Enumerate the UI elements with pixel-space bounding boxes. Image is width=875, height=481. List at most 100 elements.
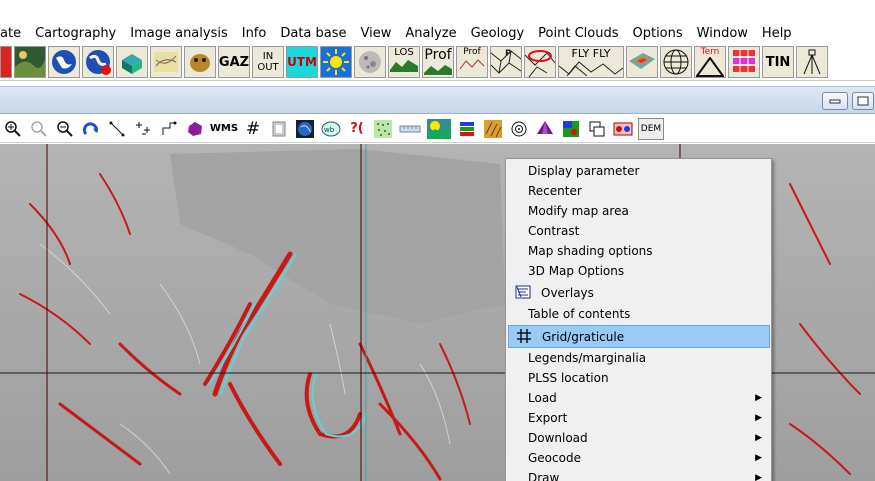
ctx-item-load[interactable]: Load ▶ [508, 388, 770, 408]
wms-button[interactable]: WMS [210, 118, 238, 140]
fly-labels: FLY FLY [572, 47, 611, 60]
dem-button[interactable]: DEM [638, 117, 664, 140]
ctx-label-load: Load [528, 391, 557, 405]
ctx-label-3d-map-options: 3D Map Options [528, 264, 625, 278]
menu-info[interactable]: Info [235, 24, 274, 44]
ctx-item-download[interactable]: Download ▶ [508, 428, 770, 448]
tin-button[interactable]: TIN [762, 46, 794, 78]
ctx-item-geocode[interactable]: Geocode ▶ [508, 448, 770, 468]
utm-button[interactable]: UTM [286, 46, 318, 78]
menu-help[interactable]: Help [755, 24, 799, 44]
earth-button[interactable] [294, 118, 316, 140]
3d-block-button[interactable] [116, 46, 148, 78]
texture-button[interactable] [482, 118, 504, 140]
menu-point-clouds[interactable]: Point Clouds [531, 24, 625, 44]
geology-button[interactable] [524, 46, 556, 78]
query-button[interactable]: ?( [346, 118, 368, 140]
sunshade-button[interactable] [426, 118, 452, 140]
grid-toggle-button[interactable]: # [242, 118, 264, 140]
zoom-out-button[interactable] [54, 118, 76, 140]
zoom-disabled-button[interactable] [28, 118, 50, 140]
ctx-label-display-parameter: Display parameter [528, 164, 640, 178]
globe-button[interactable] [48, 46, 80, 78]
sun-button[interactable] [320, 46, 352, 78]
moon-button[interactable] [354, 46, 386, 78]
menu-options[interactable]: Options [625, 24, 689, 44]
topo-map-button[interactable] [150, 46, 182, 78]
line-of-sight-button[interactable]: LOS [388, 46, 420, 78]
ctx-item-modify-map-area[interactable]: Modify map area [508, 201, 770, 221]
web-layer-button[interactable]: wb [320, 118, 342, 140]
multi-point-button[interactable] [132, 118, 154, 140]
ctx-label-legends-marginalia: Legends/marginalia [528, 351, 647, 365]
3d-view-button[interactable] [534, 118, 556, 140]
ctx-item-table-of-contents[interactable]: Table of contents [508, 304, 770, 324]
menu-view[interactable]: View [354, 24, 399, 44]
database-button[interactable] [728, 46, 760, 78]
minimize-button[interactable] [822, 92, 848, 110]
stereonet-button[interactable]: P [490, 46, 522, 78]
menu-create[interactable]: ate [0, 24, 28, 44]
globe-red-button[interactable] [82, 46, 114, 78]
map-color-icon [563, 120, 579, 137]
survey-tripod-button[interactable] [796, 46, 828, 78]
red-map-button[interactable] [0, 46, 12, 78]
menu-window[interactable]: Window [690, 24, 755, 44]
ctx-item-plss-location[interactable]: PLSS location [508, 368, 770, 388]
wire-globe-button[interactable] [660, 46, 692, 78]
menu-geology[interactable]: Geology [464, 24, 532, 44]
target-button[interactable] [508, 118, 530, 140]
satellite-image-button[interactable] [14, 46, 46, 78]
maximize-button[interactable] [852, 92, 874, 110]
ctx-label-plss-location: PLSS location [528, 371, 609, 385]
ctx-item-contrast[interactable]: Contrast [508, 221, 770, 241]
ctx-item-export[interactable]: Export ▶ [508, 408, 770, 428]
submenu-arrow-icon: ▶ [755, 413, 762, 423]
ternary-button[interactable]: Tern [694, 46, 726, 78]
window-layers-button[interactable] [586, 118, 608, 140]
stereonet-icon: P [491, 49, 521, 74]
ctx-item-legends-marginalia[interactable]: Legends/marginalia [508, 348, 770, 368]
survey-tripod-icon [803, 49, 821, 75]
ctx-item-draw[interactable]: Draw ▶ [508, 468, 770, 481]
ctx-item-3d-map-options[interactable]: 3D Map Options [508, 261, 770, 281]
ctx-label-table-of-contents: Table of contents [528, 307, 631, 321]
measure-line-button[interactable] [106, 118, 128, 140]
fly-through-button[interactable]: FLY FLY [558, 46, 624, 78]
ruler-button[interactable] [398, 118, 422, 140]
ctx-item-recenter[interactable]: Recenter [508, 181, 770, 201]
los-label: LOS [394, 47, 414, 58]
ctx-label-draw: Draw [528, 471, 560, 481]
menu-image-analysis[interactable]: Image analysis [123, 24, 234, 44]
compare-button[interactable] [612, 118, 634, 140]
ctx-label-recenter: Recenter [528, 184, 582, 198]
map-color-button[interactable] [560, 118, 582, 140]
image-layer-button[interactable] [268, 118, 290, 140]
ternary-triangle-icon [696, 57, 724, 77]
route-button[interactable] [158, 118, 180, 140]
redraw-icon [82, 121, 98, 135]
ctx-label-map-shading-options: Map shading options [528, 244, 653, 258]
ctx-item-grid-graticule[interactable]: Grid/graticule [508, 325, 770, 348]
animal-button[interactable] [184, 46, 216, 78]
menu-data-base[interactable]: Data base [273, 24, 353, 44]
in-out-button[interactable]: IN OUT [252, 46, 284, 78]
3d-surface-button[interactable] [626, 46, 658, 78]
polygon-fill-button[interactable] [184, 118, 206, 140]
satellite-image-icon [15, 47, 45, 77]
zoom-in-button[interactable] [2, 118, 24, 140]
ctx-item-display-parameter[interactable]: Display parameter [508, 161, 770, 181]
gazetteer-button[interactable]: GAZ [218, 46, 250, 78]
menu-cartography[interactable]: Cartography [28, 24, 123, 44]
legend-bars-button[interactable] [456, 118, 478, 140]
map-window-titlebar[interactable] [0, 86, 875, 114]
point-cloud-button[interactable] [372, 118, 394, 140]
profile-small-button[interactable]: Prof [456, 46, 488, 78]
earth-icon [296, 119, 314, 138]
geology-icon [525, 50, 555, 77]
ctx-item-overlays[interactable]: Overlays [508, 282, 770, 304]
menu-analyze[interactable]: Analyze [398, 24, 463, 44]
redraw-button[interactable] [80, 118, 102, 140]
profile-button[interactable]: Prof [422, 46, 454, 78]
ctx-item-map-shading-options[interactable]: Map shading options [508, 241, 770, 261]
